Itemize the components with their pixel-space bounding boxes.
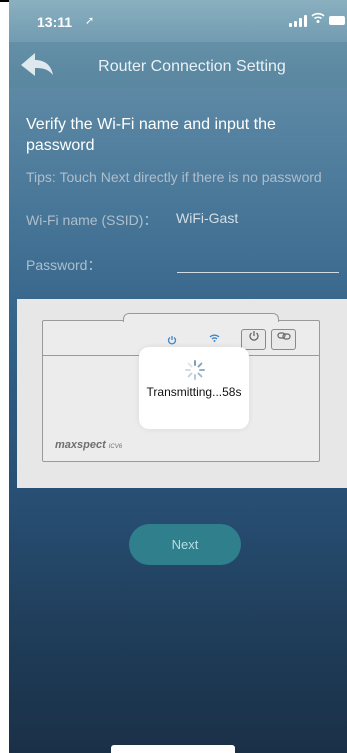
navigation-bar: Router Connection Setting <box>9 42 347 88</box>
progress-toast: Transmitting...58s <box>139 347 249 429</box>
home-indicator[interactable] <box>111 745 235 753</box>
location-arrow-icon: ➚ <box>85 15 95 27</box>
wifi-led-icon <box>209 333 220 346</box>
status-bar: 13:11 ➚ <box>9 0 347 42</box>
page-title: Router Connection Setting <box>98 58 286 75</box>
phone-screen: 13:11 ➚ Router Connection Setting Verify… <box>9 0 347 753</box>
battery-icon <box>329 16 345 25</box>
link-icon <box>276 332 291 340</box>
ssid-value: WiFi-Gast <box>176 210 239 226</box>
power-icon <box>248 331 259 341</box>
spinner-icon <box>185 360 205 380</box>
device-link-button <box>271 329 296 350</box>
ssid-label: Wi-Fi name (SSID)： <box>26 212 158 228</box>
instruction-heading: Verify the Wi-Fi name and input the pass… <box>26 116 276 154</box>
router-top-edge <box>123 313 279 322</box>
brand-logo: maxspect ICV6 <box>55 439 123 451</box>
tips-text: Tips: Touch Next directly if there is no… <box>26 169 322 185</box>
status-time: 13:11 <box>37 14 73 30</box>
password-label: Password： <box>26 257 102 273</box>
password-field[interactable] <box>177 250 339 273</box>
progress-text: Transmitting...58s <box>146 385 242 399</box>
cellular-signal-icon <box>289 15 309 27</box>
wifi-icon <box>311 12 325 27</box>
next-button[interactable]: Next <box>129 524 241 565</box>
device-power-button <box>241 329 266 350</box>
